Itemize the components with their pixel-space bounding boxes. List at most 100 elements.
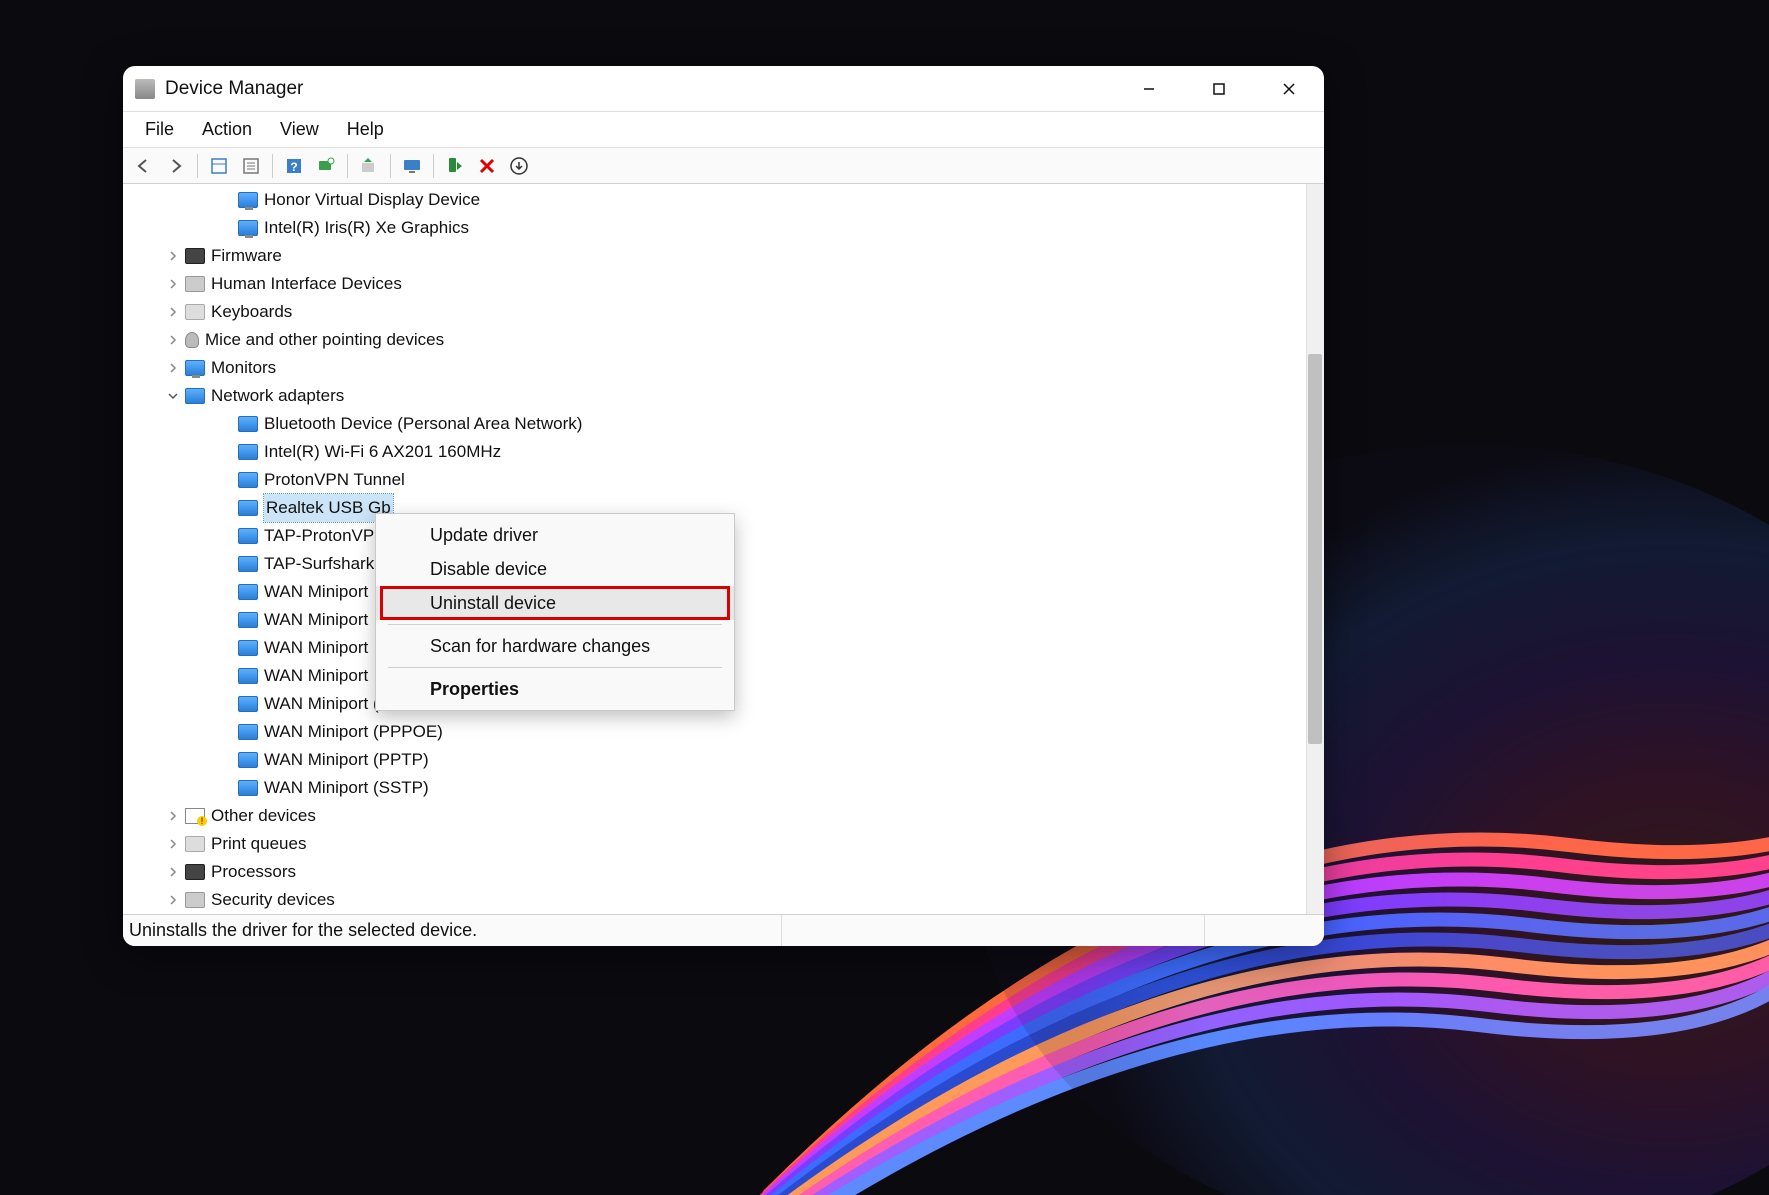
chevron-right-icon[interactable]: [165, 360, 181, 376]
tree-item-label: WAN Miniport (PPTP): [264, 746, 429, 774]
tree-item-label: TAP-Surfshark V: [264, 550, 390, 578]
toolbar-back-button[interactable]: [129, 152, 159, 180]
chevron-right-icon[interactable]: [165, 864, 181, 880]
tree-item-label: WAN Miniport: [264, 634, 368, 662]
minimize-button[interactable]: [1114, 66, 1184, 112]
tree-node[interactable]: Other devices: [123, 802, 1306, 830]
context-menu-item[interactable]: Disable device: [376, 552, 734, 586]
device-icon: [185, 892, 205, 908]
toolbar-disable-device-button[interactable]: [472, 152, 502, 180]
tree-item-label: Intel(R) Iris(R) Xe Graphics: [264, 214, 469, 242]
chevron-right-icon[interactable]: [165, 304, 181, 320]
scrollbar-thumb[interactable]: [1308, 354, 1322, 744]
context-menu-separator: [388, 624, 722, 625]
tree-item-label: Keyboards: [211, 298, 292, 326]
tree-node[interactable]: WAN Miniport (PPPOE): [123, 718, 1306, 746]
window-controls: [1114, 66, 1324, 112]
tree-node[interactable]: Monitors: [123, 354, 1306, 382]
chevron-right-icon[interactable]: [165, 332, 181, 348]
app-icon: [135, 79, 155, 99]
context-menu: Update driverDisable deviceUninstall dev…: [375, 513, 735, 711]
toolbar-separator: [390, 154, 391, 178]
tree-node[interactable]: Intel(R) Wi-Fi 6 AX201 160MHz: [123, 438, 1306, 466]
tree-node[interactable]: WAN Miniport (SSTP): [123, 774, 1306, 802]
menu-help[interactable]: Help: [335, 115, 396, 144]
tree-item-label: WAN Miniport (PPPOE): [264, 718, 443, 746]
toolbar-monitor-button[interactable]: [397, 152, 427, 180]
chevron-down-icon[interactable]: [165, 388, 181, 404]
properties-pane-icon: [241, 156, 261, 176]
chevron-right-icon[interactable]: [165, 836, 181, 852]
scrollbar-track[interactable]: [1306, 184, 1324, 914]
device-manager-window: Device Manager File Action View Help ?: [123, 66, 1324, 946]
tree-item-label: Network adapters: [211, 382, 344, 410]
tree-item-label: Human Interface Devices: [211, 270, 402, 298]
toolbar-separator: [197, 154, 198, 178]
uninstall-device-icon: [509, 156, 529, 176]
tree-node[interactable]: Keyboards: [123, 298, 1306, 326]
device-icon: [238, 612, 258, 628]
tree-item-label: Firmware: [211, 242, 282, 270]
context-menu-item[interactable]: Uninstall device: [376, 586, 734, 620]
context-menu-item[interactable]: Update driver: [376, 518, 734, 552]
toolbar-scan-hardware-button[interactable]: [311, 152, 341, 180]
chevron-right-icon[interactable]: [165, 276, 181, 292]
toolbar-properties-button[interactable]: [236, 152, 266, 180]
tree-node[interactable]: Processors: [123, 858, 1306, 886]
toolbar-separator: [272, 154, 273, 178]
tree-node[interactable]: Firmware: [123, 242, 1306, 270]
toolbar-show-hide-tree-button[interactable]: [204, 152, 234, 180]
toolbar-help-button[interactable]: ?: [279, 152, 309, 180]
tree-node[interactable]: Bluetooth Device (Personal Area Network): [123, 410, 1306, 438]
device-icon: [238, 500, 258, 516]
chevron-right-icon[interactable]: [165, 808, 181, 824]
chevron-right-icon[interactable]: [165, 892, 181, 908]
tree-node[interactable]: ProtonVPN Tunnel: [123, 466, 1306, 494]
statusbar-text: Uninstalls the driver for the selected d…: [129, 920, 477, 941]
tree-node[interactable]: WAN Miniport (PPTP): [123, 746, 1306, 774]
menu-view[interactable]: View: [268, 115, 331, 144]
statusbar-segment: [781, 915, 901, 946]
device-icon: [238, 472, 258, 488]
toolbar-enable-device-button[interactable]: [440, 152, 470, 180]
device-icon: [238, 696, 258, 712]
tree-node[interactable]: Human Interface Devices: [123, 270, 1306, 298]
scan-hardware-icon: [316, 156, 336, 176]
device-icon: [238, 192, 258, 208]
toolbar-separator: [433, 154, 434, 178]
context-menu-item[interactable]: Properties: [376, 672, 734, 706]
device-icon: [238, 444, 258, 460]
device-icon: [185, 276, 205, 292]
context-menu-item[interactable]: Scan for hardware changes: [376, 629, 734, 663]
device-icon: [185, 864, 205, 880]
enable-device-icon: [445, 156, 465, 176]
tree-node[interactable]: Network adapters: [123, 382, 1306, 410]
device-icon: [238, 668, 258, 684]
maximize-button[interactable]: [1184, 66, 1254, 112]
device-icon: [238, 724, 258, 740]
menubar: File Action View Help: [123, 112, 1324, 148]
tree-node[interactable]: Honor Virtual Display Device: [123, 186, 1306, 214]
toolbar-update-driver-button[interactable]: [354, 152, 384, 180]
device-icon: [238, 752, 258, 768]
tree-item-label: Honor Virtual Display Device: [264, 186, 480, 214]
device-icon: [238, 640, 258, 656]
forward-icon: [166, 156, 186, 176]
device-icon: [238, 528, 258, 544]
tree-item-label: WAN Miniport (: [264, 690, 379, 718]
device-icon: [238, 584, 258, 600]
tree-node[interactable]: Security devices: [123, 886, 1306, 914]
toolbar-forward-button[interactable]: [161, 152, 191, 180]
chevron-right-icon[interactable]: [165, 248, 181, 264]
menu-action[interactable]: Action: [190, 115, 264, 144]
tree-node[interactable]: Print queues: [123, 830, 1306, 858]
device-icon: [238, 220, 258, 236]
menu-file[interactable]: File: [133, 115, 186, 144]
tree-node[interactable]: Intel(R) Iris(R) Xe Graphics: [123, 214, 1306, 242]
close-button[interactable]: [1254, 66, 1324, 112]
update-driver-icon: [359, 156, 379, 176]
window-title: Device Manager: [165, 78, 303, 100]
toolbar-uninstall-button[interactable]: [504, 152, 534, 180]
tree-item-label: Processors: [211, 858, 296, 886]
tree-node[interactable]: Mice and other pointing devices: [123, 326, 1306, 354]
